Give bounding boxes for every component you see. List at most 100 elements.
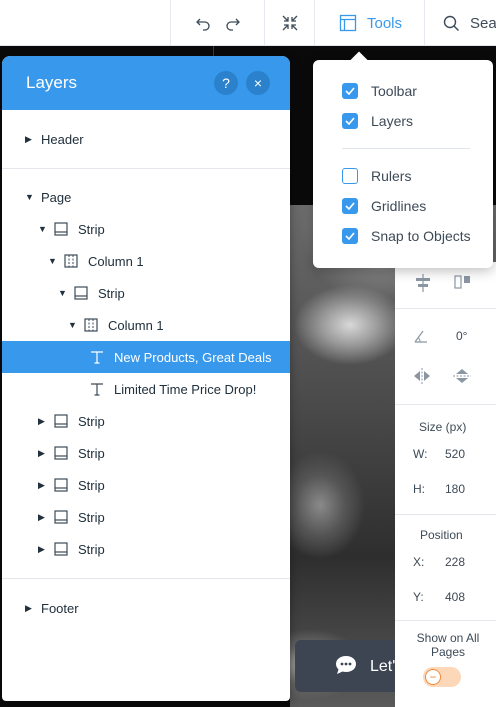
distribute-icon[interactable]	[453, 274, 473, 295]
collapse-arrow-icon[interactable]: ▼	[68, 320, 78, 330]
top-toolbar: Tools Sear	[0, 0, 496, 46]
strip-icon	[54, 414, 68, 428]
show-on-all-pages-toggle[interactable]: −	[423, 667, 461, 687]
checkbox-checked-icon[interactable]	[342, 228, 358, 244]
strip-icon	[54, 510, 68, 524]
strip-icon	[54, 446, 68, 460]
tools-option-toolbar[interactable]: Toolbar	[342, 82, 417, 100]
checkbox-checked-icon[interactable]	[342, 83, 358, 99]
strip-icon	[54, 478, 68, 492]
expand-arrow-icon[interactable]: ▶	[25, 134, 35, 145]
collapse-arrow-icon[interactable]: ▼	[48, 256, 58, 266]
layer-row-strip[interactable]: ▼ Strip	[2, 277, 290, 309]
layer-row-strip[interactable]: ▶ Strip	[2, 469, 290, 501]
layer-row-column[interactable]: ▼ Column 1	[2, 245, 290, 277]
tools-option-snap-to-objects[interactable]: Snap to Objects	[342, 227, 471, 245]
menu-divider	[342, 148, 470, 149]
checkbox-checked-icon[interactable]	[342, 198, 358, 214]
text-icon	[90, 350, 104, 364]
tools-option-layers[interactable]: Layers	[342, 112, 413, 130]
height-value[interactable]: 180	[445, 482, 465, 496]
layer-label: Limited Time Price Drop!	[114, 381, 257, 397]
x-value[interactable]: 228	[445, 555, 465, 569]
help-button[interactable]: ?	[214, 71, 238, 95]
layer-row-footer[interactable]: ▶ Footer	[2, 592, 290, 624]
y-value[interactable]: 408	[445, 590, 465, 604]
x-label: X:	[413, 555, 425, 569]
expand-arrow-icon[interactable]: ▶	[38, 544, 48, 555]
tools-button[interactable]: Tools	[314, 0, 424, 46]
width-value[interactable]: 520	[445, 447, 465, 461]
layer-label: Strip	[78, 413, 105, 429]
show-on-all-pages-label: Show on All Pages	[416, 631, 480, 659]
zoom-out-group	[264, 0, 314, 46]
layer-label: Strip	[98, 285, 125, 301]
y-label: Y:	[413, 590, 424, 604]
flip-vertical-icon[interactable]	[453, 368, 471, 387]
layer-row-strip[interactable]: ▶ Strip	[2, 437, 290, 469]
option-label: Toolbar	[371, 83, 417, 99]
rotation-value[interactable]: 0°	[456, 329, 467, 343]
position-label: Position	[420, 528, 463, 542]
layers-panel: Layers ? × ▶ Header ▼ Page ▼ Strip ▼ Col…	[2, 56, 290, 701]
layer-row-strip[interactable]: ▶ Strip	[2, 405, 290, 437]
strip-icon	[54, 222, 68, 236]
size-label: Size (px)	[419, 420, 467, 434]
collapse-arrow-icon[interactable]: ▼	[25, 192, 35, 202]
layer-row-header[interactable]: ▶ Header	[2, 123, 290, 155]
expand-arrow-icon[interactable]: ▶	[38, 416, 48, 427]
expand-arrow-icon[interactable]: ▶	[38, 480, 48, 491]
option-label: Gridlines	[371, 198, 427, 214]
close-button[interactable]: ×	[246, 71, 270, 95]
layer-label: Strip	[78, 477, 105, 493]
layer-label: Strip	[78, 509, 105, 525]
collapse-arrow-icon[interactable]: ▼	[38, 224, 48, 234]
align-icon[interactable]	[413, 274, 433, 295]
layers-divider	[2, 578, 290, 579]
layer-row-page[interactable]: ▼ Page	[2, 181, 290, 213]
undo-icon[interactable]	[195, 15, 211, 31]
option-label: Rulers	[371, 168, 412, 184]
layer-row-strip[interactable]: ▶ Strip	[2, 501, 290, 533]
layer-label: Page	[41, 189, 72, 205]
height-label: H:	[413, 482, 425, 496]
layer-label: Column 1	[108, 317, 164, 333]
text-icon	[90, 382, 104, 396]
search-button[interactable]: Sear	[424, 0, 496, 46]
column-icon	[64, 254, 78, 268]
collapse-arrow-icon[interactable]: ▼	[58, 288, 68, 298]
chat-widget[interactable]: Let's Chat!	[295, 640, 446, 692]
props-divider	[395, 620, 496, 621]
layer-row-column[interactable]: ▼ Column 1	[2, 309, 290, 341]
layers-panel-title: Layers	[26, 73, 78, 92]
layer-label: Column 1	[88, 253, 144, 269]
props-divider	[395, 404, 496, 405]
tools-label: Tools	[367, 14, 403, 32]
tools-option-gridlines[interactable]: Gridlines	[342, 197, 426, 215]
props-divider	[395, 514, 496, 515]
search-label: Sear	[470, 14, 496, 32]
layer-label: Header	[41, 131, 84, 147]
layer-row-strip[interactable]: ▶ Strip	[2, 533, 290, 565]
zoom-out-icon[interactable]	[281, 14, 299, 32]
redo-icon[interactable]	[225, 15, 241, 31]
option-label: Layers	[371, 113, 414, 129]
tools-icon	[339, 14, 357, 32]
expand-arrow-icon[interactable]: ▶	[38, 448, 48, 459]
layer-label: Strip	[78, 221, 105, 237]
layer-label: New Products, Great Deals	[114, 349, 272, 365]
rotate-icon[interactable]	[413, 328, 429, 347]
layer-row-text[interactable]: Limited Time Price Drop!	[2, 373, 290, 405]
checkbox-checked-icon[interactable]	[342, 113, 358, 129]
strip-icon	[74, 286, 88, 300]
toggle-off-icon: −	[425, 669, 441, 685]
undo-redo-group	[170, 0, 264, 46]
checkbox-unchecked-icon[interactable]	[342, 168, 358, 184]
layer-label: Strip	[78, 445, 105, 461]
flip-horizontal-icon[interactable]	[413, 368, 431, 387]
expand-arrow-icon[interactable]: ▶	[38, 512, 48, 523]
expand-arrow-icon[interactable]: ▶	[25, 603, 35, 614]
tools-option-rulers[interactable]: Rulers	[342, 167, 411, 185]
layer-row-text-selected[interactable]: New Products, Great Deals	[2, 341, 290, 373]
layer-row-strip[interactable]: ▼ Strip	[2, 213, 290, 245]
